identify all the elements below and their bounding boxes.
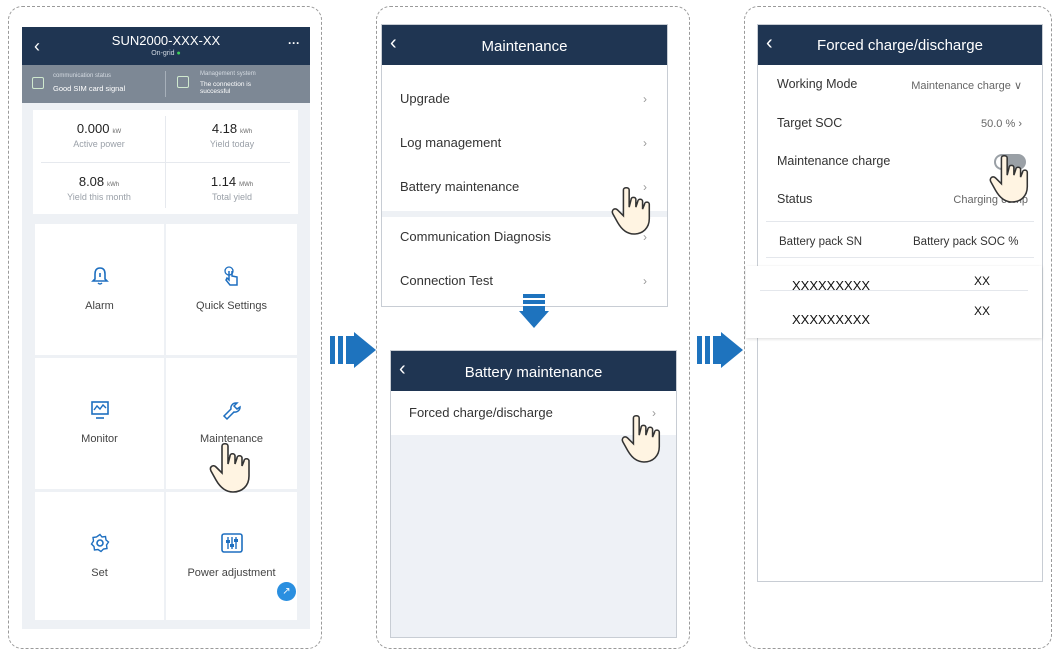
- table-header-soc: Battery pack SOC %: [913, 236, 1019, 248]
- hand-pointer-icon: [611, 186, 651, 235]
- power-adjustment-label: Power adjustment: [187, 567, 276, 579]
- hand-pointer-icon: [621, 414, 661, 463]
- yield-month-stat: 8.08 kWh Yield this month: [67, 174, 131, 202]
- grid-status: On-grid ●: [151, 50, 181, 57]
- battery-maintenance-screen: ‹ Battery maintenance Forced charge/disc…: [390, 350, 677, 638]
- menu-item-log-management[interactable]: Log management ›: [382, 121, 667, 165]
- forced-charge-header: ‹ Forced charge/discharge: [758, 25, 1042, 65]
- hand-pointer-icon: [989, 154, 1029, 203]
- battery-table: XXXXXXXXX XX XXXXXXXXX XX: [746, 266, 1042, 338]
- divider: [165, 71, 166, 97]
- divider: [41, 162, 290, 163]
- yield-card: 0.000 kW Active power 4.18 kWh Yield today…: [33, 110, 298, 214]
- battery-soc: XX: [974, 304, 991, 318]
- working-mode-row[interactable]: Working Mode Maintenance charge ∨: [758, 77, 1042, 97]
- quick-settings-tile[interactable]: Quick Settings: [166, 224, 297, 355]
- chevron-right-icon: ›: [643, 136, 647, 150]
- alarm-tile[interactable]: Alarm: [35, 224, 164, 355]
- mgmt-label: Management system: [200, 71, 256, 77]
- table-header-sn: Battery pack SN: [779, 236, 863, 248]
- maintenance-header: ‹ Maintenance: [382, 25, 667, 65]
- hand-tap-icon: [224, 266, 238, 286]
- sliders-icon: [221, 533, 243, 553]
- hand-pointer-icon: [209, 442, 250, 493]
- chevron-down-icon: ∨: [1013, 80, 1022, 92]
- alarm-label: Alarm: [85, 300, 114, 312]
- chevron-right-icon: ›: [1018, 118, 1022, 130]
- chart-fab-icon[interactable]: ↗: [277, 582, 296, 601]
- battery-soc: XX: [974, 274, 991, 288]
- chevron-right-icon: ›: [643, 274, 647, 288]
- sim-icon: [32, 77, 44, 89]
- total-yield-stat: 1.14 MWh Total yield: [210, 174, 254, 202]
- comm-status-label: communication status: [53, 73, 112, 79]
- battery-sn: XXXXXXXXX: [792, 312, 871, 327]
- divider: [766, 257, 1034, 258]
- maintenance-screen: ‹ Maintenance Upgrade › Log management › B…: [381, 24, 668, 307]
- battery-maintenance-header: ‹ Battery maintenance: [391, 351, 676, 391]
- divider: [766, 221, 1034, 222]
- active-power-stat: 0.000 kW Active power: [73, 121, 125, 149]
- chevron-right-icon: ›: [643, 92, 647, 106]
- forced-charge-title: Forced charge/discharge: [817, 37, 983, 54]
- status-dot-icon: ●: [176, 50, 181, 57]
- management-icon: [177, 76, 189, 88]
- yield-today-stat: 4.18 kWh Yield today: [209, 121, 255, 149]
- next-step-arrow-icon: [697, 332, 743, 368]
- working-mode-select[interactable]: Maintenance charge ∨: [911, 79, 1022, 92]
- menu-item-upgrade[interactable]: Upgrade ›: [382, 77, 667, 121]
- monitor-icon: [91, 401, 109, 419]
- target-soc-row[interactable]: Target SOC 50.0 % ›: [758, 116, 1042, 136]
- battery-maintenance-title: Battery maintenance: [464, 364, 603, 381]
- monitor-tile[interactable]: Monitor: [35, 358, 164, 489]
- device-title: SUN2000-XXX-XX: [111, 33, 221, 48]
- set-label: Set: [91, 567, 108, 579]
- wrench-icon: [222, 402, 241, 421]
- table-row: XXXXXXXXX XX: [746, 266, 1042, 300]
- power-adjustment-tile[interactable]: Power adjustment ↗: [166, 492, 297, 620]
- maintenance-title: Maintenance: [481, 38, 568, 55]
- quick-settings-label: Quick Settings: [196, 300, 267, 312]
- gear-icon: [90, 533, 110, 553]
- status-bar: communication status Good SIM card signa…: [22, 65, 310, 103]
- comm-status-value: Good SIM card signal: [53, 84, 126, 93]
- mgmt-value: The connection is successful: [200, 81, 251, 95]
- home-header: ‹ SUN2000-XXX-XX On-grid ● ···: [22, 27, 310, 65]
- set-tile[interactable]: Set: [35, 492, 164, 620]
- monitor-label: Monitor: [81, 433, 118, 445]
- table-row: XXXXXXXXX XX: [746, 300, 1042, 334]
- more-icon[interactable]: ···: [288, 36, 300, 50]
- next-step-arrow-icon: [330, 332, 376, 368]
- down-arrow-icon: [519, 294, 549, 328]
- bell-icon: [91, 267, 109, 285]
